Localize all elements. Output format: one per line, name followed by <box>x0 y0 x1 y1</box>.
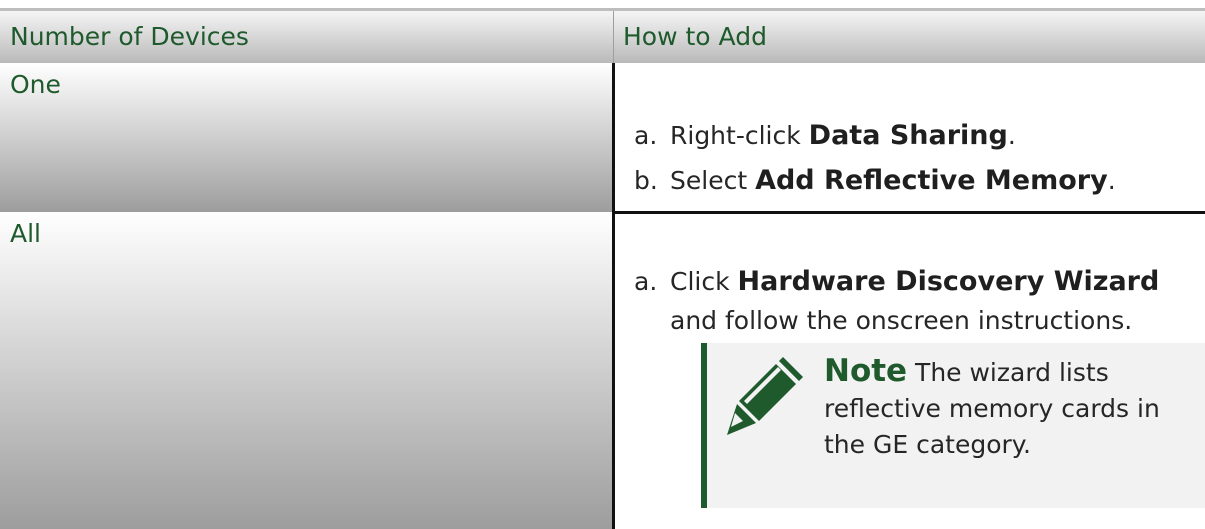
step-prefix: Click <box>670 267 738 296</box>
note-title: Note <box>824 353 908 389</box>
step-label: a. <box>634 121 658 150</box>
step-select-add-reflective-memory: b. Select Add Reflective Memory. <box>634 165 1116 196</box>
step-label: a. <box>634 267 658 296</box>
device-table: Number of Devices How to Add One All a. R… <box>0 0 1205 529</box>
row-divider <box>613 211 1205 214</box>
row-header-one: One <box>0 63 613 212</box>
column-header-number-of-devices: Number of Devices <box>0 11 613 63</box>
step-ui-term-add-reflective-memory: Add Reflective Memory <box>755 165 1108 196</box>
step-click-hardware-discovery-wizard: a. Click Hardware Discovery Wizard <box>634 266 1159 297</box>
step-prefix: Right-click <box>670 121 809 150</box>
column-header-how-to-add: How to Add <box>613 11 1205 63</box>
step-continuation: and follow the onscreen instructions. <box>670 306 1133 335</box>
step-prefix: Select <box>670 166 756 195</box>
step-label: b. <box>634 166 658 195</box>
note-callout: Note The wizard lists reflective memory … <box>701 343 1205 508</box>
pencil-icon <box>723 351 809 437</box>
row-header-all: All <box>0 212 613 529</box>
step-ui-term-data-sharing: Data Sharing <box>808 120 1008 151</box>
step-suffix: . <box>1107 166 1116 195</box>
step-right-click-data-sharing: a. Right-click Data Sharing. <box>634 120 1016 151</box>
column-divider <box>612 63 615 529</box>
step-suffix: . <box>1007 121 1016 150</box>
note-body: Note The wizard lists reflective memory … <box>824 353 1194 463</box>
step-ui-term-hardware-discovery-wizard: Hardware Discovery Wizard <box>737 266 1160 297</box>
